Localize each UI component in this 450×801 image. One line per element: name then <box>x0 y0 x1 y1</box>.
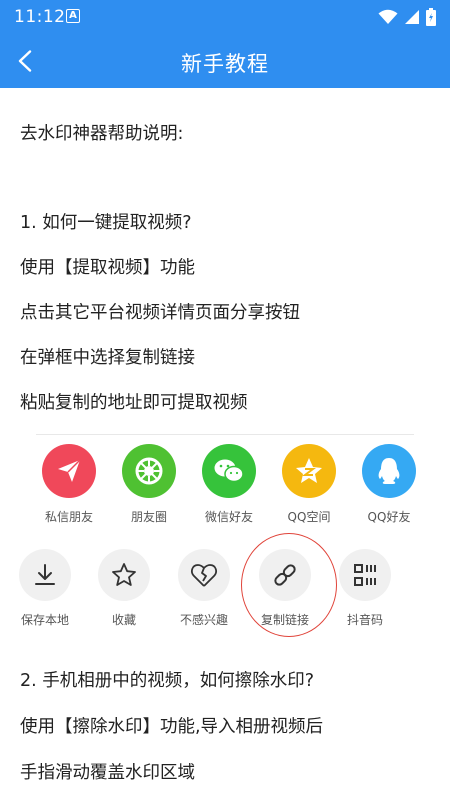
paper-plane-icon <box>42 444 96 498</box>
share-private-message[interactable]: 私信朋友 <box>29 444 109 525</box>
status-time: 11:12 <box>14 7 66 27</box>
q2-step-1: 使用【擦除水印】功能,导入相册视频后 <box>20 717 324 737</box>
action-douyin-code[interactable]: 抖音码 <box>325 549 405 628</box>
action-save-local[interactable]: 保存本地 <box>5 549 85 628</box>
wechat-icon <box>202 444 256 498</box>
q1-step-2: 点击其它平台视频详情页面分享按钮 <box>20 303 300 323</box>
question-2: 2. 手机相册中的视频，如何擦除水印? <box>20 671 315 691</box>
page-title: 新手教程 <box>181 52 269 76</box>
intro-text: 去水印神器帮助说明: <box>20 124 184 144</box>
q1-step-4: 粘贴复制的地址即可提取视频 <box>20 393 248 413</box>
q1-step-3: 在弹框中选择复制链接 <box>20 348 195 368</box>
share-wechat-friend[interactable]: 微信好友 <box>189 444 269 525</box>
share-label: QQ好友 <box>367 510 411 524</box>
share-moments[interactable]: 朋友圈 <box>109 444 189 525</box>
star-icon <box>98 549 150 601</box>
share-qzone[interactable]: QQ空间 <box>269 444 349 525</box>
share-qq-friend[interactable]: QQ好友 <box>349 444 429 525</box>
action-not-interested[interactable]: 不感兴趣 <box>164 549 244 628</box>
action-label: 保存本地 <box>20 613 69 627</box>
qzone-star-icon <box>282 444 336 498</box>
share-label: 微信好友 <box>204 510 253 524</box>
signal-icon <box>405 10 419 24</box>
wifi-icon <box>378 9 398 24</box>
action-label: 不感兴趣 <box>179 613 228 627</box>
share-label: 私信朋友 <box>44 510 93 524</box>
action-label: 收藏 <box>111 613 136 627</box>
status-icons <box>378 8 436 26</box>
app-bar: 新手教程 <box>0 34 450 88</box>
action-copy-link[interactable]: 复制链接 <box>245 549 325 628</box>
question-1: 1. 如何一键提取视频? <box>20 213 192 233</box>
link-icon <box>259 549 311 601</box>
moments-aperture-icon <box>122 444 176 498</box>
notification-a-icon: A <box>66 9 80 23</box>
qq-penguin-icon <box>362 444 416 498</box>
share-panel-divider <box>36 434 414 435</box>
q2-step-2: 手指滑动覆盖水印区域 <box>20 763 195 783</box>
action-label: 抖音码 <box>346 613 383 627</box>
share-label: QQ空间 <box>287 510 331 524</box>
broken-heart-icon <box>178 549 230 601</box>
action-favorite[interactable]: 收藏 <box>84 549 164 628</box>
qr-code-icon <box>339 549 391 601</box>
battery-icon <box>426 8 436 26</box>
status-bar: 11:12 A <box>0 0 450 34</box>
q1-step-1: 使用【提取视频】功能 <box>20 258 195 278</box>
share-label: 朋友圈 <box>130 510 167 524</box>
action-label: 复制链接 <box>260 613 309 627</box>
download-icon <box>19 549 71 601</box>
